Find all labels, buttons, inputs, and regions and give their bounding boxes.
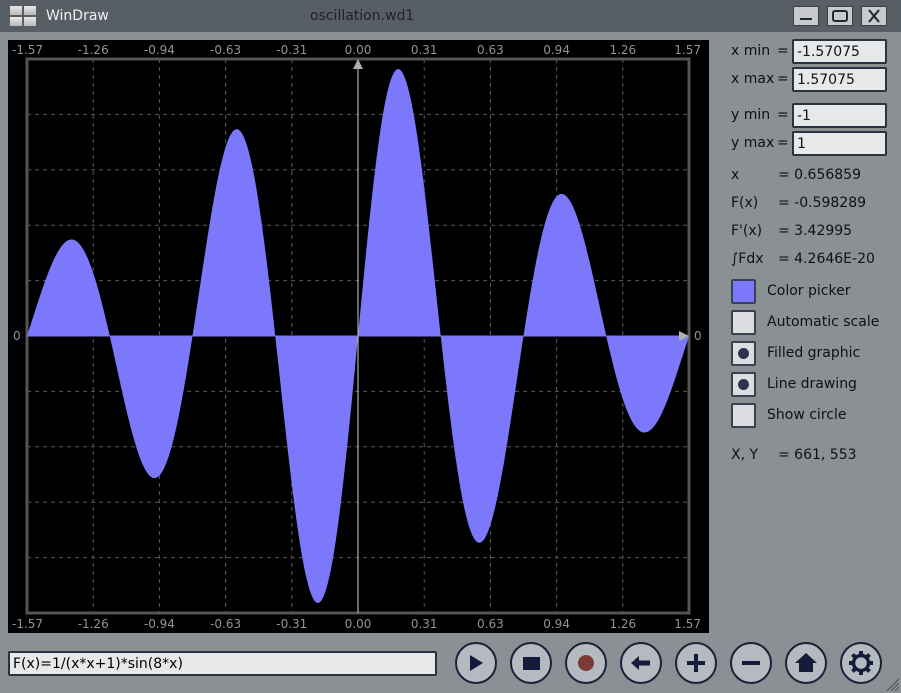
x-tick-label-bottom: 0.63 bbox=[477, 617, 504, 631]
x-min-label: x min bbox=[731, 43, 771, 59]
filled-graphic-checkbox[interactable] bbox=[731, 341, 756, 366]
function-plot[interactable]: -1.57 -1.57 -1.26 -1.26 -0.94 -0.94 -0.63 -0.63… bbox=[8, 40, 709, 633]
formula-input[interactable] bbox=[8, 651, 437, 676]
x-tick-label-top: -0.63 bbox=[210, 43, 241, 57]
fx-readout-label: F(x) bbox=[731, 195, 759, 211]
x-tick-label-bottom: 0.94 bbox=[543, 617, 570, 631]
zoom-out-button[interactable] bbox=[730, 642, 772, 684]
integral-readout-value: = 4.2646E-20 bbox=[778, 251, 875, 267]
arrow-left-icon bbox=[631, 656, 650, 670]
y-min-label: y min bbox=[731, 107, 771, 123]
line-drawing-checkbox[interactable] bbox=[731, 372, 756, 397]
x-tick-label-bottom: 1.57 bbox=[674, 617, 701, 631]
show-circle-checkbox[interactable] bbox=[731, 403, 756, 428]
zoom-in-button[interactable] bbox=[675, 642, 717, 684]
y-max-eq: = bbox=[777, 135, 789, 151]
y-max-input[interactable] bbox=[792, 131, 887, 156]
automatic-scale-label: Automatic scale bbox=[767, 314, 880, 330]
record-icon bbox=[578, 655, 594, 671]
home-icon bbox=[795, 653, 817, 672]
fx-readout-value: = -0.598289 bbox=[778, 195, 867, 211]
y-zero-label-right: 0 bbox=[694, 329, 702, 343]
maximize-icon bbox=[832, 10, 848, 22]
title-bar: WinDraw oscillation.wd1 bbox=[0, 0, 901, 32]
color-picker-swatch[interactable] bbox=[731, 279, 756, 304]
x-tick-label-bottom: -1.26 bbox=[78, 617, 109, 631]
document-title: oscillation.wd1 bbox=[310, 8, 415, 24]
color-picker-label: Color picker bbox=[767, 283, 851, 299]
settings-button[interactable] bbox=[840, 642, 882, 684]
checked-dot-icon bbox=[738, 379, 749, 390]
x-tick-label-top: -1.57 bbox=[12, 43, 43, 57]
x-readout-label: x bbox=[731, 167, 740, 183]
x-tick-label-bottom: -0.63 bbox=[210, 617, 241, 631]
line-drawing-label: Line drawing bbox=[767, 376, 857, 392]
filled-graphic-label: Filled graphic bbox=[767, 345, 861, 361]
x-tick-label-bottom: -0.94 bbox=[144, 617, 175, 631]
stop-button[interactable] bbox=[510, 642, 552, 684]
maximize-button[interactable] bbox=[827, 6, 853, 26]
home-button[interactable] bbox=[785, 642, 827, 684]
gear-icon bbox=[849, 651, 873, 675]
plus-icon bbox=[687, 654, 705, 672]
resize-grip-icon[interactable] bbox=[885, 677, 899, 691]
close-button[interactable] bbox=[861, 6, 887, 26]
y-min-input[interactable] bbox=[792, 103, 887, 128]
y-max-label: y max bbox=[731, 135, 775, 151]
close-icon bbox=[868, 9, 880, 23]
derivative-readout-label: F'(x) bbox=[731, 223, 763, 239]
x-tick-label-top: 0.63 bbox=[477, 43, 504, 57]
x-tick-label-top: -0.94 bbox=[144, 43, 175, 57]
plot-area[interactable]: -1.57 -1.57 -1.26 -1.26 -0.94 -0.94 -0.63 -0.63… bbox=[8, 40, 709, 633]
x-max-eq: = bbox=[777, 71, 789, 87]
app-logo-icon bbox=[10, 6, 37, 27]
app-title: WinDraw bbox=[46, 8, 109, 24]
xy-readout-value: = 661, 553 bbox=[778, 447, 857, 463]
x-tick-label-bottom: 0.31 bbox=[411, 617, 438, 631]
x-tick-label-top: 0.94 bbox=[543, 43, 570, 57]
x-tick-label-bottom: -0.31 bbox=[276, 617, 307, 631]
x-tick-label-top: 0.31 bbox=[411, 43, 438, 57]
show-circle-label: Show circle bbox=[767, 407, 847, 423]
automatic-scale-checkbox[interactable] bbox=[731, 310, 756, 335]
checked-dot-icon bbox=[738, 348, 749, 359]
x-tick-label-bottom: 0.00 bbox=[345, 617, 372, 631]
derivative-readout-value: = 3.42995 bbox=[778, 223, 853, 239]
xy-readout-label: X, Y bbox=[731, 447, 759, 463]
minimize-icon bbox=[800, 18, 812, 20]
x-tick-label-top: -1.26 bbox=[78, 43, 109, 57]
x-max-input[interactable] bbox=[792, 67, 887, 92]
integral-readout-label: ∫Fdx bbox=[731, 251, 764, 267]
record-button[interactable] bbox=[565, 642, 607, 684]
x-min-eq: = bbox=[777, 43, 789, 59]
x-tick-label-top: 0.00 bbox=[345, 43, 372, 57]
x-tick-label-top: 1.57 bbox=[674, 43, 701, 57]
back-button[interactable] bbox=[620, 642, 662, 684]
x-readout-value: = 0.656859 bbox=[778, 167, 861, 183]
play-icon bbox=[470, 655, 483, 671]
x-tick-label-bottom: -1.57 bbox=[12, 617, 43, 631]
x-tick-label-top: -0.31 bbox=[276, 43, 307, 57]
x-min-input[interactable] bbox=[792, 39, 887, 64]
minimize-button[interactable] bbox=[793, 6, 819, 26]
stop-icon bbox=[523, 657, 540, 670]
play-button[interactable] bbox=[455, 642, 497, 684]
y-min-eq: = bbox=[777, 107, 789, 123]
y-zero-label-left: 0 bbox=[13, 329, 21, 343]
x-tick-label-bottom: 1.26 bbox=[609, 617, 636, 631]
x-tick-label-top: 1.26 bbox=[609, 43, 636, 57]
x-max-label: x max bbox=[731, 71, 775, 87]
minus-icon bbox=[742, 661, 760, 665]
